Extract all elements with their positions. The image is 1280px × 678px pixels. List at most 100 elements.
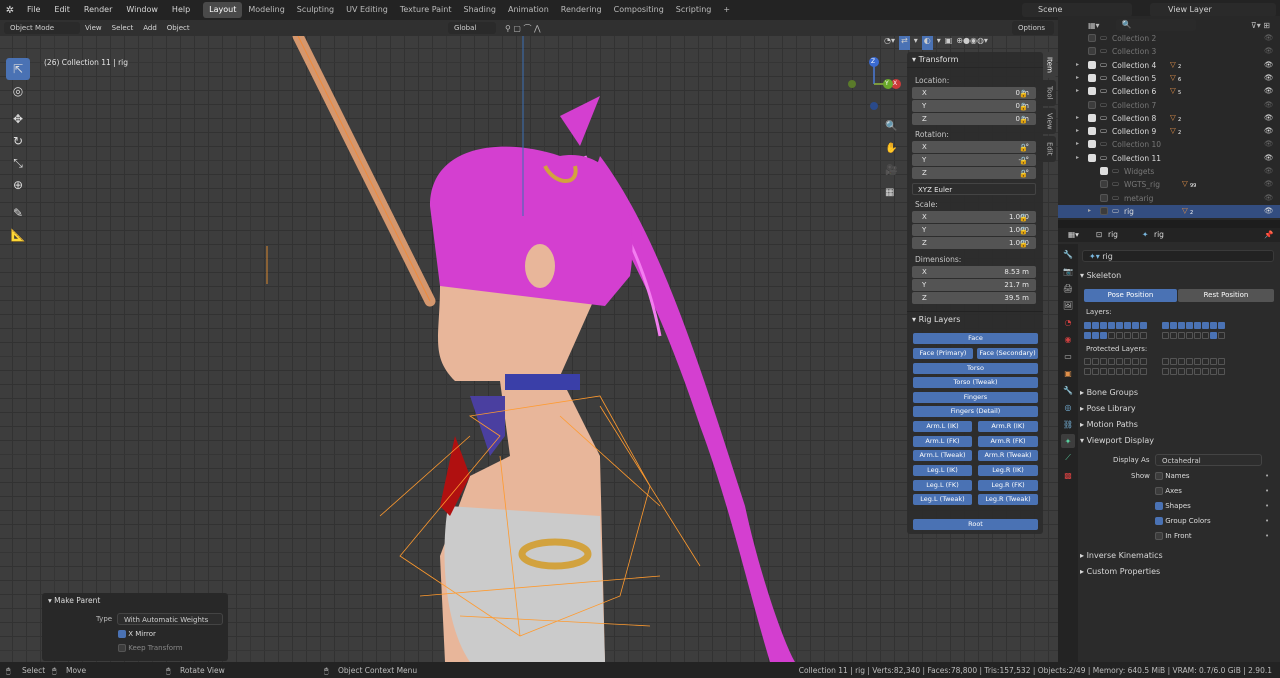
- rig-layer-fingers-detail-button[interactable]: Fingers (Detail): [913, 406, 1038, 417]
- rotation-z-field[interactable]: Z 0°: [912, 167, 1036, 179]
- layer-toggle[interactable]: [1162, 332, 1169, 339]
- make-parent-title[interactable]: ▾ Make Parent: [42, 593, 228, 608]
- layer-toggle[interactable]: [1140, 358, 1147, 365]
- rotate-tool-icon[interactable]: ↻: [6, 130, 30, 152]
- object-tab-icon[interactable]: ▣: [1061, 366, 1075, 380]
- rig-layer-arm-l-ik-button[interactable]: Arm.L (IK): [913, 421, 972, 432]
- animate-dot-icon[interactable]: •: [1265, 487, 1269, 495]
- tab-compositing[interactable]: Compositing: [608, 2, 670, 18]
- rig-layer-arm-r-fk-button[interactable]: Arm.R (FK): [978, 436, 1038, 447]
- eye-icon[interactable]: 👁: [1264, 126, 1274, 135]
- exclude-checkbox[interactable]: [1088, 100, 1096, 109]
- type-dropdown[interactable]: With Automatic Weights: [117, 613, 223, 625]
- layer-toggle[interactable]: [1108, 368, 1115, 375]
- collection-tab-icon[interactable]: ▭: [1061, 349, 1075, 363]
- layer-toggle[interactable]: [1108, 322, 1115, 329]
- tab-texture-paint[interactable]: Texture Paint: [394, 2, 458, 18]
- outliner-row[interactable]: ▭ Widgets 👁: [1058, 165, 1280, 178]
- tab-uv-editing[interactable]: UV Editing: [340, 2, 394, 18]
- x-mirror-option[interactable]: X Mirror: [118, 630, 156, 638]
- layer-toggle[interactable]: [1170, 332, 1177, 339]
- measure-tool-icon[interactable]: 📐: [6, 224, 30, 246]
- menu-file[interactable]: File: [20, 0, 47, 20]
- rig-layer-torso-tweak-button[interactable]: Torso (Tweak): [913, 377, 1038, 388]
- rig-layer-leg-l-tweak-button[interactable]: Leg.L (Tweak): [913, 494, 972, 505]
- layer-toggle[interactable]: [1132, 322, 1139, 329]
- layer-toggle[interactable]: [1178, 358, 1185, 365]
- rig-layer-face-button[interactable]: Face: [913, 333, 1038, 344]
- rig-layer-torso-button[interactable]: Torso: [913, 363, 1038, 374]
- outliner-row[interactable]: ▭ Collection 2 👁: [1058, 32, 1280, 45]
- view-layer-selector[interactable]: View Layer: [1150, 3, 1276, 17]
- layer-toggle[interactable]: [1178, 322, 1185, 329]
- select-tool-icon[interactable]: ⇱: [6, 58, 30, 80]
- rig-layer-leg-l-fk-button[interactable]: Leg.L (FK): [913, 480, 972, 491]
- tab-shading[interactable]: Shading: [457, 2, 502, 18]
- location-y-field[interactable]: Y0 m: [912, 100, 1036, 112]
- transform-tool-icon[interactable]: ⊕: [6, 174, 30, 196]
- display-as-dropdown[interactable]: Octahedral: [1155, 454, 1262, 466]
- rig-layer-leg-r-tweak-button[interactable]: Leg.R (Tweak): [978, 494, 1038, 505]
- lock-icon[interactable]: 🔓: [1019, 142, 1028, 155]
- rig-layer-arm-l-fk-button[interactable]: Arm.L (FK): [913, 436, 972, 447]
- cursor-tool-icon[interactable]: ◎: [6, 80, 30, 102]
- rotation-x-field[interactable]: X 0°: [912, 141, 1036, 153]
- layer-toggle[interactable]: [1210, 332, 1217, 339]
- display-mode-icon[interactable]: ▦▾: [1088, 21, 1100, 30]
- layer-toggle[interactable]: [1100, 332, 1107, 339]
- show-option-checkbox[interactable]: [1155, 517, 1163, 525]
- rig-layer-face-primary-button[interactable]: Face (Primary): [913, 348, 973, 359]
- exclude-checkbox[interactable]: [1088, 60, 1096, 69]
- chevron-down-icon[interactable]: ▾: [914, 36, 918, 50]
- view-layer-tab-icon[interactable]: 🖼: [1061, 298, 1075, 312]
- rig-layer-leg-l-ik-button[interactable]: Leg.L (IK): [913, 465, 972, 476]
- viewport-display-header[interactable]: ▾ Viewport Display: [1080, 436, 1154, 445]
- mode-selector[interactable]: Object Mode: [4, 22, 80, 34]
- layer-toggle[interactable]: [1202, 332, 1209, 339]
- menu-object[interactable]: Object: [162, 20, 195, 36]
- layer-toggle[interactable]: [1108, 332, 1115, 339]
- rest-position-button[interactable]: Rest Position: [1178, 289, 1274, 302]
- navigation-gizmo[interactable]: X Y Z: [848, 56, 904, 112]
- inverse-kinematics-header[interactable]: ▸ Inverse Kinematics: [1080, 551, 1163, 560]
- show-option[interactable]: In Front •: [1155, 532, 1269, 540]
- layer-toggle[interactable]: [1084, 322, 1091, 329]
- layer-toggle[interactable]: [1084, 358, 1091, 365]
- layer-toggle[interactable]: [1162, 358, 1169, 365]
- lock-icon[interactable]: 🔓: [1019, 155, 1028, 168]
- rig-layers-header[interactable]: ▾ Rig Layers: [907, 311, 1043, 327]
- layer-toggle[interactable]: [1202, 358, 1209, 365]
- 3d-viewport[interactable]: (26) Collection 11 | rig ⇱ ◎ ✥ ↻ ⤡ ⊕ ✎ 📐…: [0, 36, 1058, 662]
- rig-layer-face-secondary-button[interactable]: Face (Secondary): [977, 348, 1038, 359]
- add-workspace-button[interactable]: +: [717, 2, 736, 18]
- custom-properties-header[interactable]: ▸ Custom Properties: [1080, 567, 1160, 576]
- eye-icon[interactable]: 👁: [1264, 113, 1274, 122]
- outliner-row[interactable]: ▭ Collection 3 👁: [1058, 45, 1280, 58]
- layer-toggle[interactable]: [1210, 322, 1217, 329]
- location-x-field[interactable]: X0 m: [912, 87, 1036, 99]
- pan-hand-icon[interactable]: ✋: [885, 138, 897, 160]
- tab-modeling[interactable]: Modeling: [242, 2, 290, 18]
- pose-library-header[interactable]: ▸ Pose Library: [1080, 404, 1136, 413]
- layer-toggle[interactable]: [1194, 322, 1201, 329]
- show-option[interactable]: Group Colors •: [1155, 517, 1269, 525]
- eye-icon[interactable]: 👁: [1264, 179, 1274, 188]
- scale-tool-icon[interactable]: ⤡: [6, 152, 30, 174]
- modifier-tab-icon[interactable]: 🔧: [1061, 383, 1075, 397]
- lock-icon[interactable]: 🔓: [1019, 225, 1028, 238]
- show-option[interactable]: Axes •: [1155, 487, 1269, 495]
- gizmo-toggle-icon[interactable]: ⇄: [899, 36, 910, 50]
- protected-layers-grid[interactable]: [1084, 358, 1226, 378]
- menu-render[interactable]: Render: [77, 0, 119, 20]
- rig-layer-leg-r-ik-button[interactable]: Leg.R (IK): [978, 465, 1038, 476]
- snap-icon[interactable]: ⚲ ▢ ⌒ ⋀: [505, 23, 541, 34]
- layer-toggle[interactable]: [1108, 358, 1115, 365]
- eye-icon[interactable]: 👁: [1264, 139, 1274, 148]
- transform-orientation[interactable]: Global: [448, 22, 496, 34]
- skeleton-header[interactable]: ▾ Skeleton: [1080, 271, 1121, 280]
- outliner-row[interactable]: ▸ ▭ Collection 10 👁: [1058, 138, 1280, 151]
- exclude-checkbox[interactable]: [1088, 87, 1096, 96]
- eye-icon[interactable]: 👁: [1264, 153, 1274, 162]
- bone-groups-header[interactable]: ▸ Bone Groups: [1080, 388, 1138, 397]
- layer-toggle[interactable]: [1202, 368, 1209, 375]
